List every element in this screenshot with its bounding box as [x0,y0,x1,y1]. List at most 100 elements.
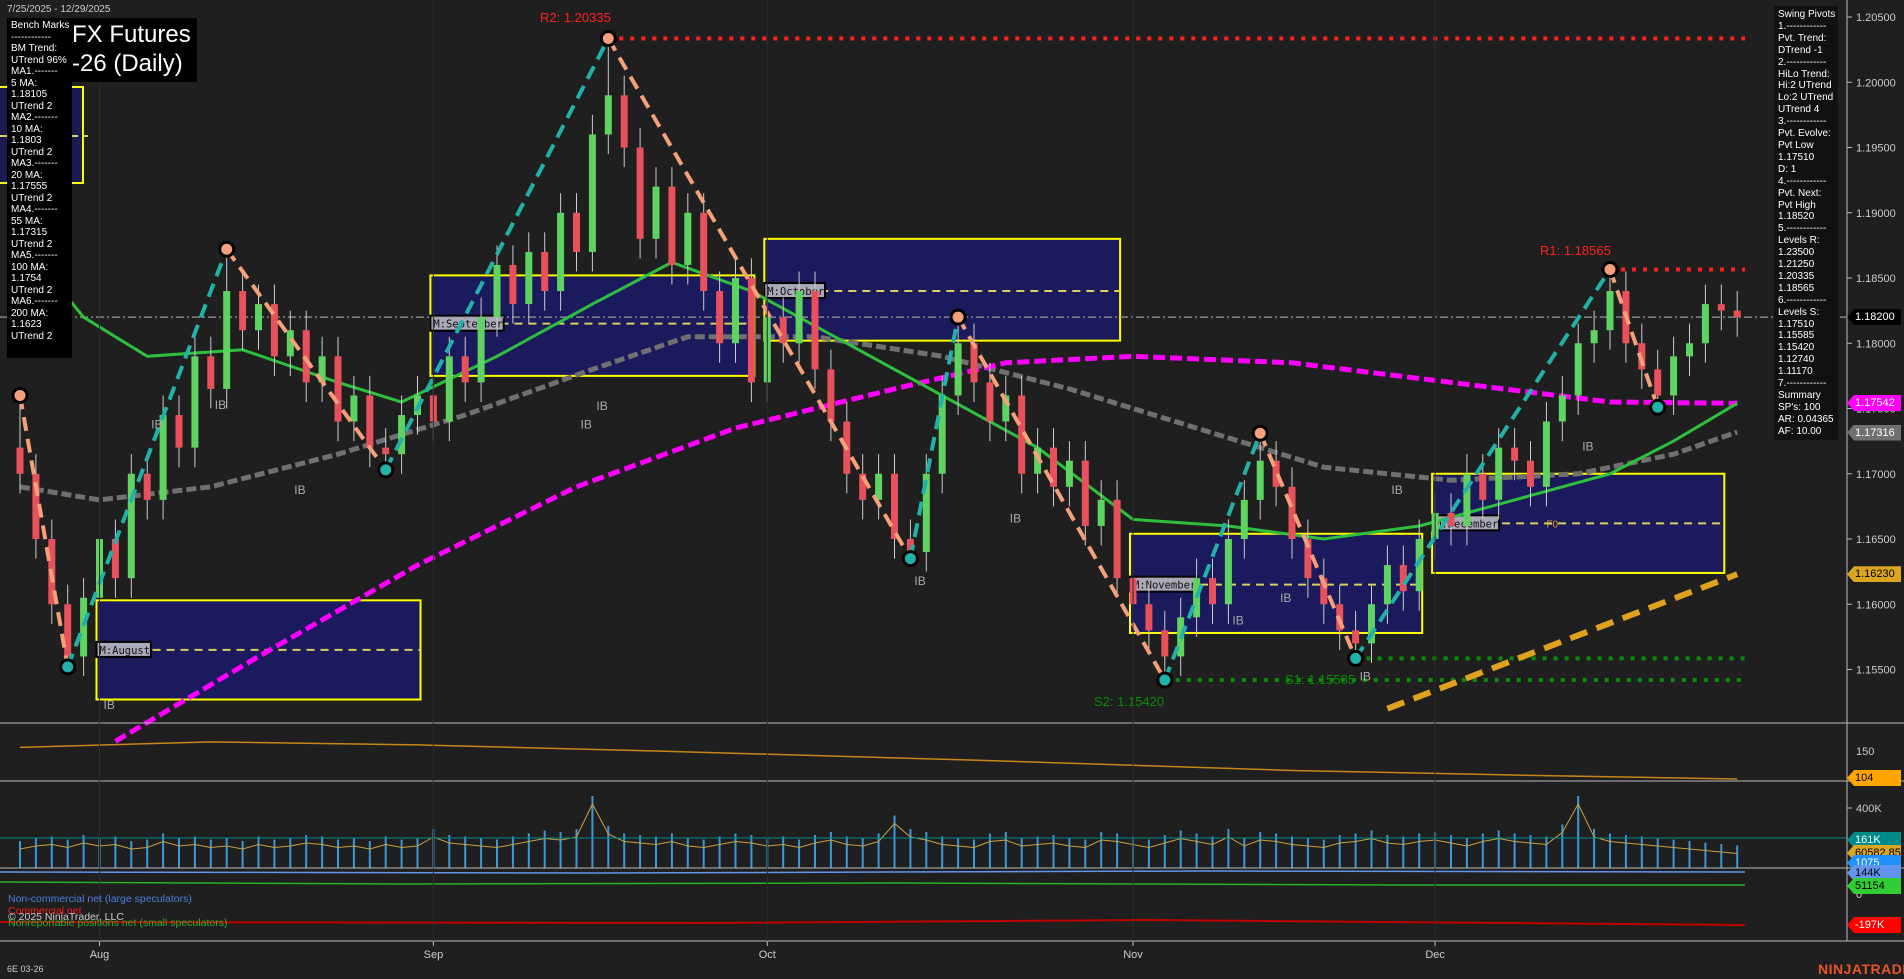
candle-down [1718,304,1725,311]
candle-down [1734,311,1741,318]
bench-line: 55 MA: [11,216,68,228]
candle-up [1686,343,1693,356]
bench-line: UTrend 2 [11,239,68,251]
price-badge: 1.18200 [1847,309,1901,325]
bench-line: 1.18105 [11,89,68,101]
ib-label: IB [1360,669,1371,683]
bench-line: UTrend 2 [11,101,68,113]
pivots-line: 3.------------ [1778,116,1834,128]
pivots-line: 1.18565 [1778,283,1834,295]
swing-pivot-marker [1253,426,1267,440]
monthly-label: M:September [433,319,503,331]
price-badge: 1.16230 [1847,566,1901,582]
level-label-s2: S2: 1.15420 [1094,694,1164,709]
indicator-line [20,742,1737,779]
candle-down [812,291,819,369]
y-tick-label: 1.16000 [1856,599,1896,611]
cot-badge: -197K [1847,917,1901,933]
candle-up [955,343,962,395]
bench-line: UTrend 2 [11,285,68,297]
pivots-line: 1.17510 [1778,152,1834,164]
ib-label: IB [215,398,226,412]
bench-line: UTrend 2 [11,331,68,343]
ib-label: IB [914,574,925,588]
chart-title: FX Futures -26 (Daily) [72,18,197,82]
bench-marks-panel: Bench Marks------------BM Trend:UTrend 9… [7,18,72,358]
pivots-line: 1.18520 [1778,211,1834,223]
candle-down [1161,630,1168,656]
pivots-line: 5.------------ [1778,223,1834,235]
candle-down [827,369,834,421]
candle-up [525,252,532,304]
x-tick-label: Aug [90,949,110,961]
swing-pivot-marker [61,660,75,674]
candle-down [1352,630,1359,643]
bench-line: 100 MA: [11,262,68,274]
candle-up [191,356,198,447]
pivots-line: HiLo Trend: [1778,69,1834,81]
nonreportable-line [0,882,1745,885]
y-tick-label: 1.20000 [1856,77,1896,89]
bench-line: 5 MA: [11,78,68,90]
bench-line: BM Trend: [11,43,68,55]
pivots-line: Pvt. Trend: [1778,33,1834,45]
candle-up [589,134,596,251]
pivots-line: 6.------------ [1778,295,1834,307]
pivots-line: 1.17510 [1778,319,1834,331]
candle-up [605,95,612,134]
candle-down [1654,369,1661,395]
candle-up [1575,343,1582,395]
candle-up [732,278,739,343]
instrument-symbol: 6E 03-26 [7,964,44,974]
candle-down [366,395,373,447]
swing-pivots-panel: Swing Pivots1.------------Pvt. Trend:DTr… [1774,6,1838,440]
candle-down [509,265,516,304]
candle-down [239,291,246,330]
candle-down [971,343,978,382]
ib-label: IB [104,698,115,712]
candle-down [382,448,389,455]
y-tick-label: 1.19500 [1856,143,1896,155]
ib-label: IB [1280,591,1291,605]
pivots-line: 1.15585 [1778,330,1834,342]
bench-line: MA5.------- [11,250,68,262]
x-tick-label: Dec [1425,949,1445,961]
candle-up [1670,356,1677,395]
monthly-label: M:August [100,645,151,657]
bench-line: 1.1803 [11,135,68,147]
candle-down [986,382,993,421]
trend-line [1387,574,1737,709]
pivots-line: Pvt High [1778,200,1834,212]
pivots-line: D: 1 [1778,164,1834,176]
volume-tick-label: 400K [1856,803,1882,815]
y-tick-label: 1.20500 [1856,12,1896,24]
title-line-1: FX Futures [72,20,191,49]
candle-down [144,474,151,500]
x-tick-label: Nov [1123,949,1143,961]
x-tick-label: Oct [759,949,776,961]
bench-line: 1.17315 [11,227,68,239]
bench-line: MA4.------- [11,204,68,216]
pivots-line: 1.23500 [1778,247,1834,259]
bench-line: UTrend 2 [11,147,68,159]
candle-down [112,539,119,578]
pivots-line: Levels R: [1778,235,1834,247]
swing-line [1356,270,1610,659]
candle-down [17,448,24,474]
ib-label: IB [1582,440,1593,454]
swing-pivot-marker [220,242,234,256]
ib-label: IB [581,418,592,432]
candle-up [1607,291,1614,330]
pivots-line: UTrend 4 [1778,104,1834,116]
pivots-line: 7.------------ [1778,378,1834,390]
pivots-line: Summary [1778,390,1834,402]
legend-noncommercial: Non-commercial net (large speculators) [8,893,192,905]
candle-up [684,213,691,265]
candle-up [1559,395,1566,421]
pivots-line: Pvt. Evolve: [1778,128,1834,140]
pivots-line: 1.20335 [1778,271,1834,283]
price-chart[interactable]: M:AugustM:SeptemberM:OctoberM:NovemberM:… [0,0,1904,979]
candle-up [1066,461,1073,487]
candle-up [1495,448,1502,500]
pivots-line: Levels S: [1778,307,1834,319]
